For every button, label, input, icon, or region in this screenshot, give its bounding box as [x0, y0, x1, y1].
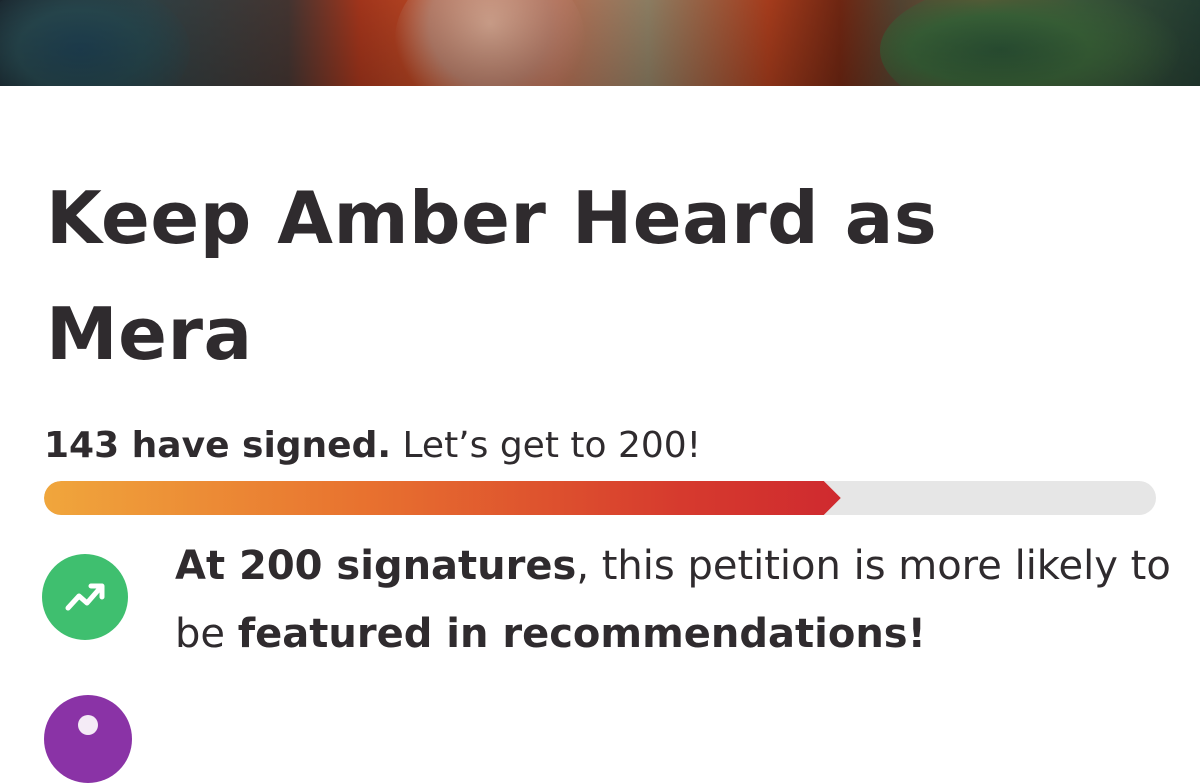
signed-count: 143 have signed.	[44, 425, 392, 466]
next-milestone-icon-dot	[78, 715, 98, 735]
milestone-tail: featured in recommendations!	[237, 611, 926, 657]
signature-goal: Let’s get to 200!	[391, 425, 702, 466]
petition-title: Keep Amber Heard as Mera	[46, 176, 938, 376]
trending-up-icon-glyph	[65, 583, 105, 611]
trending-up-icon	[42, 554, 128, 640]
next-milestone-icon	[44, 695, 132, 783]
hero-image-shade	[0, 0, 1200, 86]
signature-progress-fill	[44, 481, 841, 515]
signature-count-text: 143 have signed. Let’s get to 200!	[44, 420, 701, 472]
milestone-lead: At 200 signatures	[175, 543, 577, 589]
signature-progress-bar	[44, 481, 1156, 515]
petition-hero-image	[0, 0, 1200, 86]
milestone-message: At 200 signatures, this petition is more…	[175, 532, 1175, 668]
